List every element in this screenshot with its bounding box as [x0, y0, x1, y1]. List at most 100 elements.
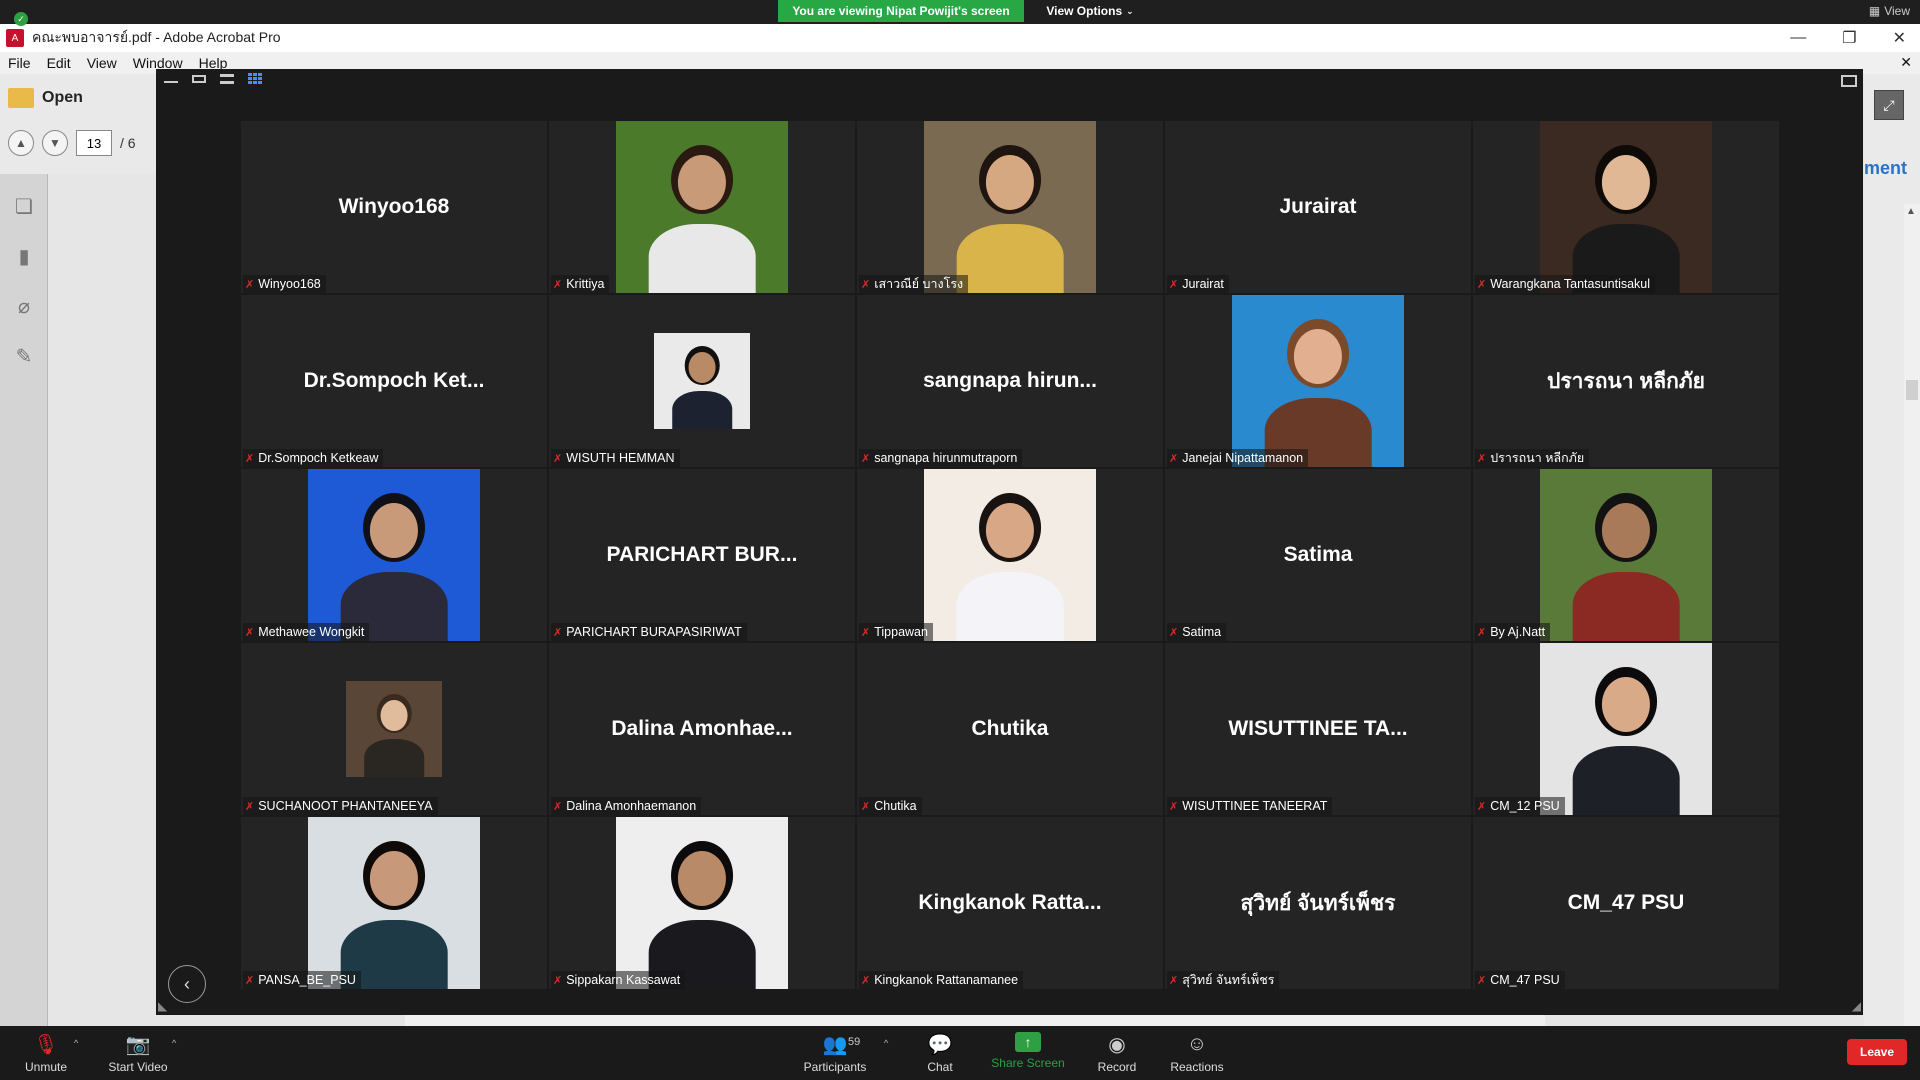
fullscreen-icon[interactable] [1841, 75, 1857, 87]
muted-microphone-icon: 🎙 [33, 1033, 59, 1056]
gallery-view-icon[interactable] [248, 73, 262, 84]
participant-tile[interactable]: ✗ WISUTH HEMMAN [549, 295, 855, 467]
reactions-button[interactable]: ☺ Reactions [1157, 1032, 1237, 1075]
next-page-icon[interactable]: ▼ [42, 130, 68, 156]
participant-body [1572, 746, 1680, 815]
participant-tile[interactable]: ✗ PANSA_BE_PSU [241, 817, 547, 989]
page-thumbnails-icon[interactable]: ❏ [12, 194, 36, 218]
participant-name-label: ✗ CM_47 PSU [1475, 971, 1565, 989]
participant-tile[interactable]: ✗ Janejai Nipattamanon [1165, 295, 1471, 467]
zoom-share-topbar: You are viewing Nipat Powijit's screen V… [0, 0, 1920, 24]
leave-meeting-button[interactable]: Leave [1847, 1039, 1907, 1065]
participant-tile[interactable]: Chutika ✗ Chutika [857, 643, 1163, 815]
chat-button[interactable]: 💬 Chat [900, 1032, 980, 1075]
close-icon[interactable]: ✕ [1893, 28, 1906, 48]
participant-video [1540, 643, 1712, 815]
participant-tile[interactable]: Kingkanok Ratta... ✗ Kingkanok Rattanamane… [857, 817, 1163, 989]
participant-tile[interactable]: ✗ SUCHANOOT PHANTANEEYA [241, 643, 547, 815]
participant-name-label: ✗ Chutika [859, 797, 922, 815]
menu-view[interactable]: View [87, 55, 117, 71]
participant-video [1540, 469, 1712, 641]
participant-tile[interactable]: ปรารถนา หลีกภัย ✗ ปรารถนา หลีกภัย [1473, 295, 1779, 467]
scroll-thumb[interactable] [1906, 380, 1918, 400]
vertical-scrollbar[interactable]: ▲ [1904, 204, 1920, 1026]
participant-tile[interactable]: CM_47 PSU ✗ CM_47 PSU [1473, 817, 1779, 989]
participant-tile[interactable]: ✗ By Aj.Natt [1473, 469, 1779, 641]
participant-tile[interactable]: ✗ CM_12 PSU [1473, 643, 1779, 815]
signatures-icon[interactable]: ✎ [12, 344, 36, 368]
participant-face [369, 851, 419, 907]
participant-tile[interactable]: ✗ Methawee Wongkit [241, 469, 547, 641]
previous-page-button[interactable]: ‹ [168, 965, 206, 1003]
record-button[interactable]: ◉ Record [1077, 1032, 1157, 1075]
participant-name: Jurairat [1182, 277, 1224, 291]
participant-tile[interactable]: sangnapa hirun... ✗ sangnapa hirunmutrapor… [857, 295, 1163, 467]
resize-handle-icon[interactable]: ◣ [158, 999, 167, 1013]
participants-button[interactable]: 👥 Participants [795, 1032, 875, 1075]
view-options-button[interactable]: View Options ⌄ [1040, 0, 1140, 22]
muted-mic-icon: ✗ [1477, 626, 1487, 639]
restore-icon[interactable]: ❐ [1842, 28, 1856, 48]
participant-name: Dalina Amonhaemanon [566, 799, 697, 813]
minimize-video-icon[interactable] [164, 80, 178, 83]
open-button[interactable]: Open [8, 82, 83, 114]
muted-mic-icon: ✗ [245, 278, 255, 291]
participant-video [1540, 121, 1712, 293]
participant-name: CM_47 PSU [1490, 973, 1560, 987]
participant-display-name: PARICHART BUR... [606, 543, 798, 566]
video-off-icon: 📷 [125, 1033, 151, 1056]
participant-name: สุวิทย์ จันทร์เพ็ชร [1182, 973, 1275, 987]
participant-tile[interactable]: Satima ✗ Satima [1165, 469, 1471, 641]
participant-name: CM_12 PSU [1490, 799, 1560, 813]
muted-mic-icon: ✗ [1169, 452, 1179, 465]
thumbnail-view-icon[interactable] [192, 74, 206, 83]
audio-options-caret-icon[interactable]: ^ [74, 1038, 78, 1048]
start-video-button[interactable]: 📷 Start Video [98, 1032, 178, 1075]
participant-tile[interactable]: ✗ Tippawan [857, 469, 1163, 641]
bookmarks-icon[interactable]: ▮ [12, 244, 36, 268]
participant-display-name: Chutika [971, 717, 1049, 740]
participant-tile[interactable]: ✗ Warangkana Tantasuntisakul [1473, 121, 1779, 293]
speaker-view-icon[interactable] [220, 73, 234, 84]
page-number-input[interactable] [76, 130, 112, 156]
participant-video [616, 121, 788, 293]
chevron-down-icon: ⌄ [1126, 5, 1134, 16]
participant-tile[interactable]: ✗ เสาวณีย์ บางโรง [857, 121, 1163, 293]
participant-tile[interactable]: WISUTTINEE TA... ✗ WISUTTINEE TANEERAT [1165, 643, 1471, 815]
participant-name-label: ✗ PANSA_BE_PSU [243, 971, 361, 989]
participant-tile[interactable]: Jurairat ✗ Jurairat [1165, 121, 1471, 293]
expand-icon[interactable]: ⤢ [1874, 90, 1904, 120]
participant-tile[interactable]: Dr.Sompoch Ket... ✗ Dr.Sompoch Ketkeaw [241, 295, 547, 467]
menu-edit[interactable]: Edit [47, 55, 71, 71]
participant-display-name: CM_47 PSU [1567, 891, 1685, 914]
zoom-gallery-window: Winyoo168 ✗ Winyoo168 ✗ Krittiya ✗ เสาวณีย์ บา… [156, 69, 1863, 1015]
participant-body [956, 572, 1064, 641]
document-close-icon[interactable]: ✕ [1900, 54, 1912, 71]
participant-tile[interactable]: สุวิทย์ จันทร์เพ็ชร ✗ สุวิทย์ จันทร์เพ็ชร [1165, 817, 1471, 989]
muted-mic-icon: ✗ [861, 974, 871, 987]
resize-handle-icon[interactable]: ◢ [1852, 999, 1861, 1013]
share-screen-label: Share Screen [991, 1056, 1065, 1070]
participant-name-label: ✗ Dalina Amonhaemanon [551, 797, 702, 815]
scroll-up-icon[interactable]: ▲ [1906, 206, 1916, 217]
comment-link[interactable]: ment [1864, 158, 1907, 179]
participant-tile[interactable]: ✗ Sippakarn Kassawat [549, 817, 855, 989]
share-screen-button[interactable]: ↑ Share Screen [988, 1032, 1068, 1070]
participant-name: Krittiya [566, 277, 605, 291]
minimize-icon[interactable]: — [1790, 29, 1806, 47]
open-label: Open [42, 89, 83, 106]
video-options-caret-icon[interactable]: ^ [172, 1038, 176, 1048]
participant-name: Kingkanok Rattanamanee [874, 973, 1019, 987]
view-menu-button[interactable]: ▦ View [1869, 4, 1910, 18]
participant-name-label: ✗ Jurairat [1167, 275, 1229, 293]
menu-file[interactable]: File [8, 55, 31, 71]
previous-page-icon[interactable]: ▲ [8, 130, 34, 156]
participant-tile[interactable]: ✗ Krittiya [549, 121, 855, 293]
attachments-icon[interactable]: ⌀ [12, 294, 36, 318]
participants-caret-icon[interactable]: ^ [884, 1038, 888, 1048]
participant-display-name: WISUTTINEE TA... [1228, 717, 1408, 740]
participant-tile[interactable]: Dalina Amonhae... ✗ Dalina Amonhaemanon [549, 643, 855, 815]
participant-tile[interactable]: Winyoo168 ✗ Winyoo168 [241, 121, 547, 293]
participant-body [1572, 572, 1680, 641]
participant-tile[interactable]: PARICHART BUR... ✗ PARICHART BURAPASIRIWAT [549, 469, 855, 641]
